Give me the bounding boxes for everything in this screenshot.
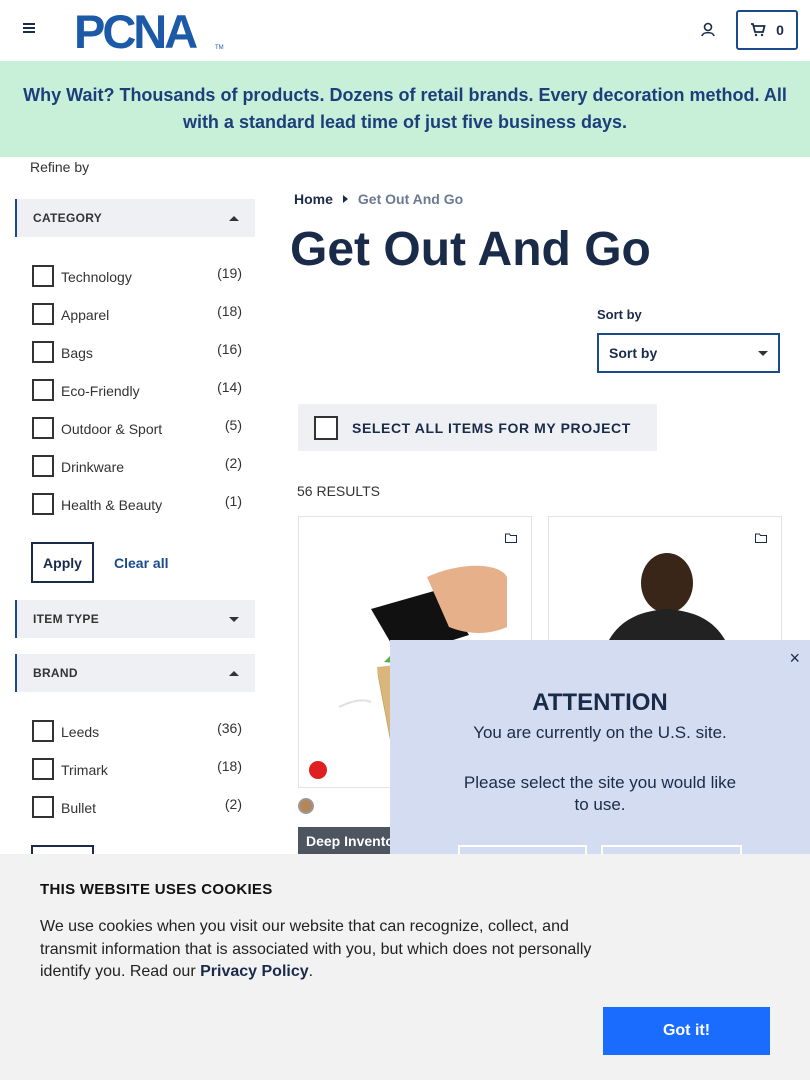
category-option-health-beauty[interactable]: Health & Beauty (1)	[32, 493, 242, 517]
option-count: (1)	[224, 493, 242, 509]
page-title: Get Out And Go	[290, 223, 651, 276]
promo-banner-text: Why Wait? Thousands of products. Dozens …	[23, 85, 787, 132]
cart-icon	[751, 23, 766, 37]
item-type-facet-header[interactable]: ITEM TYPE	[15, 600, 255, 638]
breadcrumb: Home Get Out And Go	[294, 191, 463, 207]
select-all-items-button[interactable]: SELECT ALL ITEMS FOR MY PROJECT	[298, 404, 657, 451]
option-count: (18)	[217, 758, 242, 774]
modal-select-site-text: Please select the site you would like to…	[463, 773, 737, 814]
color-swatch[interactable]	[298, 798, 314, 814]
category-facet-title: CATEGORY	[33, 211, 103, 225]
option-label: Leeds	[61, 724, 100, 740]
select-all-label: SELECT ALL ITEMS FOR MY PROJECT	[352, 419, 631, 436]
option-count: (14)	[217, 379, 242, 395]
svg-text:TM: TM	[215, 45, 224, 51]
svg-text:PCNA: PCNA	[74, 6, 197, 54]
privacy-policy-link[interactable]: Privacy Policy	[200, 963, 309, 980]
cookie-banner-text: We use cookies when you visit our websit…	[40, 916, 610, 984]
option-label: Outdoor & Sport	[61, 421, 163, 437]
brand-facet-header[interactable]: BRAND	[15, 654, 255, 692]
cookie-body-text: We use cookies when you visit our websit…	[40, 918, 592, 980]
cookie-banner: THIS WEBSITE USES COOKIES We use cookies…	[0, 854, 810, 1080]
brand-logo-icon	[309, 761, 327, 779]
option-label: Trimark	[61, 762, 108, 778]
checkbox[interactable]	[32, 455, 54, 477]
category-option-outdoor-sport[interactable]: Outdoor & Sport (5)	[32, 417, 242, 441]
checkbox[interactable]	[32, 417, 54, 439]
refine-by-label: Refine by	[30, 159, 90, 175]
option-label: Eco-Friendly	[61, 383, 140, 399]
breadcrumb-current: Get Out And Go	[357, 191, 464, 207]
option-label: Bags	[61, 345, 93, 361]
option-label: Drinkware	[61, 459, 125, 475]
accept-cookies-button[interactable]: Got it!	[603, 1007, 770, 1055]
checkbox[interactable]	[32, 303, 54, 325]
caret-up-icon	[229, 215, 239, 221]
brand-option-bullet[interactable]: Bullet (2)	[32, 796, 242, 820]
cart-count: 0	[776, 22, 784, 38]
option-label: Bullet	[61, 800, 97, 816]
chevron-down-icon	[758, 350, 768, 356]
caret-up-icon	[229, 670, 239, 676]
results-count: 56 RESULTS	[297, 483, 380, 499]
breadcrumb-home-link[interactable]: Home	[294, 191, 333, 207]
checkbox[interactable]	[32, 265, 54, 287]
option-label: Health & Beauty	[61, 497, 163, 513]
hamburger-menu-icon[interactable]	[18, 20, 40, 42]
promo-banner: Why Wait? Thousands of products. Dozens …	[0, 61, 810, 157]
breadcrumb-arrow-icon	[342, 195, 348, 203]
option-count: (2)	[224, 455, 242, 471]
sort-dropdown[interactable]: Sort by	[597, 333, 780, 373]
select-all-checkbox[interactable]	[314, 415, 338, 440]
sort-value: Sort by	[609, 345, 658, 361]
cart-button[interactable]: 0	[736, 10, 798, 50]
sort-label: Sort by	[597, 307, 642, 322]
option-count: (16)	[217, 341, 242, 357]
cookie-body-end: .	[308, 963, 314, 980]
checkbox[interactable]	[32, 720, 54, 742]
option-count: (5)	[224, 417, 242, 433]
site-selection-modal: × ATTENTION You are currently on the U.S…	[390, 640, 810, 875]
option-count: (19)	[217, 265, 242, 281]
pcna-logo[interactable]: PCNA TM	[74, 5, 226, 58]
checkbox[interactable]	[32, 493, 54, 515]
option-count: (18)	[217, 303, 242, 319]
modal-current-site-text: You are currently on the U.S. site.	[473, 723, 727, 742]
checkbox[interactable]	[32, 379, 54, 401]
option-label: Apparel	[61, 307, 110, 323]
option-count: (36)	[217, 720, 242, 736]
brand-facet-title: BRAND	[33, 666, 78, 680]
brand-option-trimark[interactable]: Trimark (18)	[32, 758, 242, 782]
modal-title: ATTENTION	[532, 689, 668, 716]
category-option-eco-friendly[interactable]: Eco-Friendly (14)	[32, 379, 242, 403]
close-icon[interactable]: ×	[789, 648, 800, 669]
category-option-technology[interactable]: Technology (19)	[32, 265, 242, 289]
category-facet-header[interactable]: CATEGORY	[15, 199, 255, 237]
checkbox[interactable]	[32, 796, 54, 818]
category-option-drinkware[interactable]: Drinkware (2)	[32, 455, 242, 479]
item-type-facet-title: ITEM TYPE	[33, 612, 100, 626]
option-count: (2)	[224, 796, 242, 812]
cookie-banner-title: THIS WEBSITE USES COOKIES	[40, 881, 273, 898]
caret-down-icon	[229, 616, 239, 622]
site-header: PCNA TM 0	[0, 0, 810, 61]
category-apply-button[interactable]: Apply	[31, 542, 94, 583]
checkbox[interactable]	[32, 341, 54, 363]
checkbox[interactable]	[32, 758, 54, 780]
account-icon[interactable]	[698, 20, 718, 40]
brand-option-leeds[interactable]: Leeds (36)	[32, 720, 242, 744]
category-option-apparel[interactable]: Apparel (18)	[32, 303, 242, 327]
category-clear-all-link[interactable]: Clear all	[114, 555, 168, 571]
category-option-bags[interactable]: Bags (16)	[32, 341, 242, 365]
option-label: Technology	[61, 269, 132, 285]
